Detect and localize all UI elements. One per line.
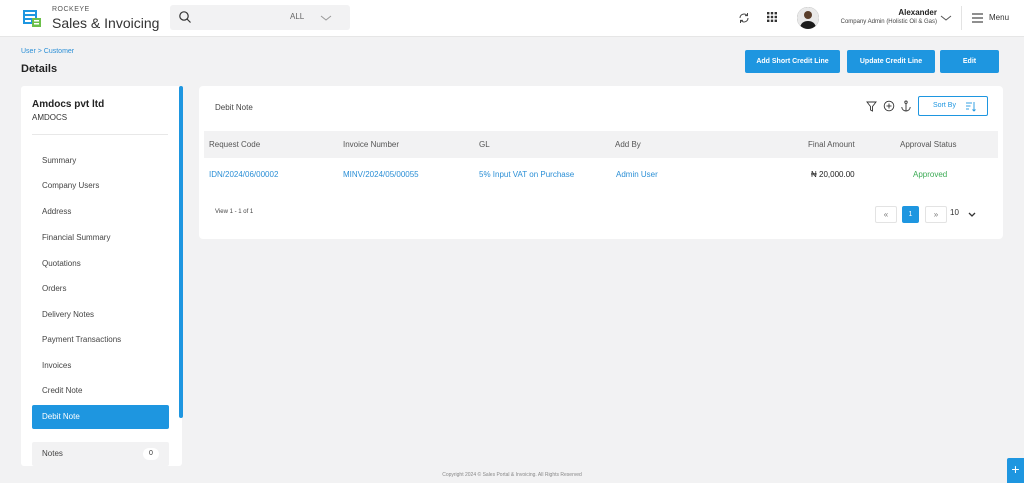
- sidebar-item-payment-transactions[interactable]: Payment Transactions: [32, 328, 169, 352]
- column-header-approval-status[interactable]: Approval Status: [900, 140, 956, 149]
- sidebar-item-address[interactable]: Address: [32, 200, 169, 224]
- add-circle-icon[interactable]: [883, 100, 895, 112]
- sidebar-item-credit-note[interactable]: Credit Note: [32, 379, 169, 403]
- sidebar-item-summary[interactable]: Summary: [32, 149, 169, 173]
- avatar[interactable]: [797, 7, 819, 29]
- divider: [32, 134, 168, 135]
- sort-by-button[interactable]: Sort By: [918, 96, 988, 116]
- final-amount: ₦ 20,000.00: [811, 170, 855, 179]
- pagination-summary: View 1 - 1 of 1: [215, 209, 254, 215]
- breadcrumb-customer[interactable]: Customer: [44, 48, 74, 55]
- user-name[interactable]: Alexander: [824, 8, 937, 17]
- sidebar-item-delivery-notes[interactable]: Delivery Notes: [32, 303, 169, 327]
- chevron-down-icon[interactable]: [320, 13, 332, 23]
- floating-add-button[interactable]: +: [1007, 458, 1024, 483]
- column-header-request-code[interactable]: Request Code: [209, 140, 260, 149]
- search-category[interactable]: ALL: [290, 12, 304, 21]
- column-header-gl[interactable]: GL: [479, 140, 490, 149]
- pagination-page-1[interactable]: 1: [902, 206, 919, 223]
- footer-copyright: Copyright 2024 © Sales Portal & Invoicin…: [442, 472, 582, 478]
- chevron-down-icon[interactable]: [940, 13, 952, 23]
- sidebar-item-debit-note[interactable]: Debit Note: [32, 405, 169, 429]
- chevron-down-icon[interactable]: [968, 211, 976, 218]
- refresh-icon[interactable]: [738, 12, 750, 24]
- sidebar-item-invoices[interactable]: Invoices: [32, 354, 169, 378]
- divider: [961, 6, 962, 30]
- sidebar-item-notes[interactable]: Notes 0: [32, 442, 169, 466]
- filter-icon[interactable]: [866, 101, 877, 112]
- column-header-add-by[interactable]: Add By: [615, 140, 641, 149]
- logo-icon[interactable]: [22, 8, 42, 28]
- anchor-icon[interactable]: [900, 100, 912, 112]
- user-role: Company Admin (Holistic Oil & Gas): [840, 19, 937, 25]
- user-avatar-icon: [797, 7, 819, 29]
- top-bar: ROCKEYE Sales & Invoicing ALL Alexander …: [0, 0, 1024, 37]
- column-header-final-amount[interactable]: Final Amount: [808, 140, 855, 149]
- search-icon[interactable]: [178, 10, 192, 24]
- breadcrumb: User > Customer: [21, 48, 74, 55]
- search-bar: ALL: [170, 5, 350, 30]
- sidebar-item-company-users[interactable]: Company Users: [32, 174, 169, 198]
- page-size-select[interactable]: 10: [950, 208, 959, 217]
- hamburger-menu-icon[interactable]: [971, 12, 984, 24]
- add-short-credit-line-button[interactable]: Add Short Credit Line: [745, 50, 840, 73]
- debit-note-panel: Debit Note Sort By Request Code Invoice …: [199, 86, 1003, 239]
- sort-label: Sort By: [933, 102, 956, 109]
- panel-title: Debit Note: [215, 103, 253, 112]
- invoice-number-link[interactable]: MINV/2024/05/00055: [343, 170, 419, 179]
- add-by-link[interactable]: Admin User: [616, 170, 658, 179]
- status-badge: Approved: [913, 170, 948, 179]
- pagination-first-button[interactable]: «: [875, 206, 897, 223]
- customer-sidebar: Amdocs pvt ltd AMDOCS Summary Company Us…: [21, 86, 182, 466]
- menu-label[interactable]: Menu: [989, 13, 1009, 22]
- apps-grid-icon[interactable]: [766, 11, 778, 23]
- breadcrumb-separator: >: [37, 48, 42, 55]
- brand-title[interactable]: Sales & Invoicing: [52, 15, 159, 31]
- column-header-invoice-number[interactable]: Invoice Number: [343, 140, 399, 149]
- company-code: AMDOCS: [32, 113, 68, 122]
- sidebar-item-financial-summary[interactable]: Financial Summary: [32, 226, 169, 250]
- sort-icon: [966, 102, 976, 112]
- edit-button[interactable]: Edit: [940, 50, 999, 73]
- notes-label: Notes: [42, 449, 63, 458]
- sidebar-scrollbar[interactable]: [179, 86, 183, 418]
- brand-subtitle: ROCKEYE: [52, 6, 90, 13]
- page-title: Details: [21, 63, 58, 75]
- search-input[interactable]: [196, 9, 281, 26]
- table-header: Request Code Invoice Number GL Add By Fi…: [204, 131, 998, 158]
- sidebar-item-orders[interactable]: Orders: [32, 277, 169, 301]
- notes-count-badge: 0: [143, 448, 159, 460]
- breadcrumb-user[interactable]: User: [21, 48, 36, 55]
- gl-link[interactable]: 5% Input VAT on Purchase: [479, 170, 574, 179]
- pagination-last-button[interactable]: »: [925, 206, 947, 223]
- request-code-link[interactable]: IDN/2024/06/00002: [209, 170, 278, 179]
- company-name: Amdocs pvt ltd: [32, 99, 105, 110]
- update-credit-line-button[interactable]: Update Credit Line: [847, 50, 935, 73]
- sidebar-item-quotations[interactable]: Quotations: [32, 252, 169, 276]
